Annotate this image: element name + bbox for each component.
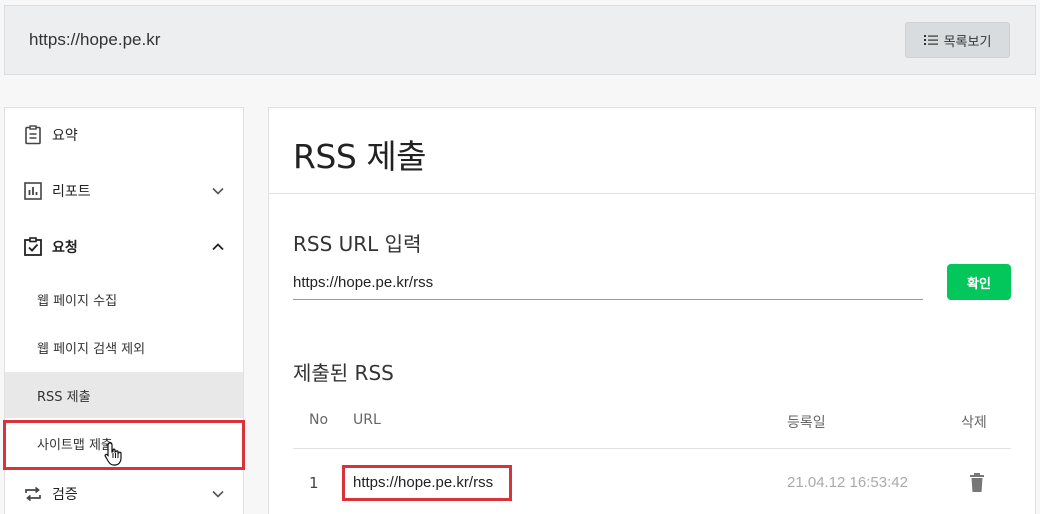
chevron-down-icon <box>212 490 224 498</box>
sidebar-subitem-label: 웹 페이지 검색 제외 <box>37 341 146 357</box>
list-view-label: 목록보기 <box>943 34 992 50</box>
main-panel: RSS 제출 RSS URL 입력 확인 제출된 RSS No URL 등록일 … <box>268 107 1036 514</box>
table-divider <box>293 448 1011 449</box>
row-number: 1 <box>309 474 319 492</box>
top-bar: https://hope.pe.kr 목록보기 <box>4 5 1036 75</box>
confirm-button[interactable]: 확인 <box>947 264 1011 300</box>
sidebar-subitem-label: RSS 제출 <box>37 389 91 405</box>
chevron-up-icon <box>212 243 224 251</box>
sidebar-subitem-label: 웹 페이지 수집 <box>37 293 118 309</box>
site-url: https://hope.pe.kr <box>29 30 161 49</box>
title-divider <box>269 193 1035 194</box>
table-header-no: No <box>309 412 329 428</box>
sidebar-item-label: 요약 <box>52 128 78 144</box>
highlight-url-box <box>342 465 512 501</box>
sidebar-subitem-web-page-crawl[interactable]: 웹 페이지 수집 <box>5 276 243 322</box>
sidebar-item-request[interactable]: 요청 <box>5 223 243 271</box>
bar-chart-icon <box>24 182 42 200</box>
checked-clipboard-icon <box>24 237 42 256</box>
sidebar-item-label: 요청 <box>52 240 78 256</box>
rss-url-input[interactable] <box>293 266 923 300</box>
sidebar-subitem-rss-submit[interactable]: RSS 제출 <box>5 372 243 418</box>
table-header-url: URL <box>353 412 381 428</box>
submitted-rss-title: 제출된 RSS <box>293 361 394 385</box>
sidebar-item-summary[interactable]: 요약 <box>5 111 243 159</box>
rss-input-section-title: RSS URL 입력 <box>293 232 422 256</box>
sidebar-item-verify[interactable]: 검증 <box>5 470 243 514</box>
chevron-down-icon <box>212 187 224 195</box>
highlight-sitemap-box <box>3 420 245 470</box>
sidebar-item-label: 리포트 <box>52 184 91 200</box>
table-header-delete: 삭제 <box>961 415 987 431</box>
list-view-button[interactable]: 목록보기 <box>905 22 1010 58</box>
clipboard-icon <box>25 125 41 145</box>
row-date: 21.04.12 16:53:42 <box>787 474 908 491</box>
table-header-date: 등록일 <box>787 415 826 431</box>
sidebar-item-report[interactable]: 리포트 <box>5 167 243 215</box>
trash-icon[interactable] <box>967 472 987 494</box>
page-title: RSS 제출 <box>293 137 427 176</box>
sidebar-item-label: 검증 <box>52 487 78 503</box>
sidebar-subitem-web-page-exclude[interactable]: 웹 페이지 검색 제외 <box>5 324 243 370</box>
list-icon <box>923 35 938 45</box>
repeat-icon <box>25 486 41 502</box>
